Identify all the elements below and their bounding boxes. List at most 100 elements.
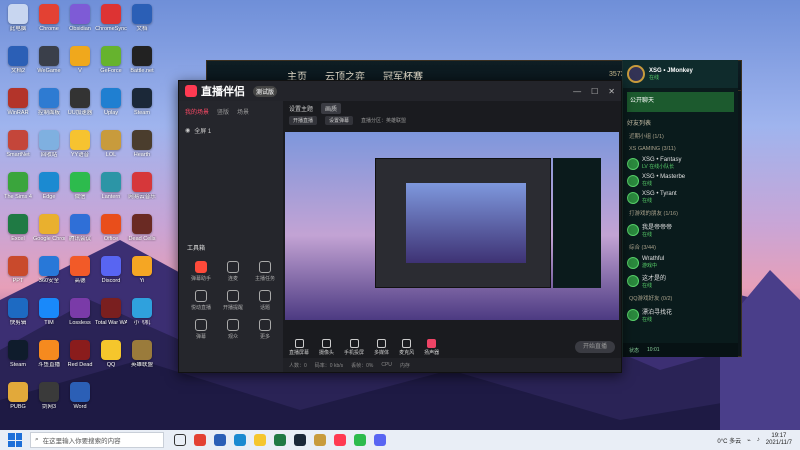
desktop-icon[interactable]: 斗鱼直播	[33, 340, 65, 368]
desktop-icon[interactable]: 小飞机	[126, 298, 158, 326]
tool-audience[interactable]: 观众	[217, 319, 249, 340]
wechat-icon[interactable]	[354, 434, 366, 446]
desktop-icon[interactable]: QQ	[95, 340, 127, 368]
tool-task[interactable]: 主播任务	[249, 261, 281, 282]
desktop-icon[interactable]: WeGame	[33, 46, 65, 74]
friends-group[interactable]: 打游戏的朋友 (1/16)	[623, 206, 738, 220]
desktop-icon[interactable]: GeForce	[95, 46, 127, 74]
desktop-icon[interactable]: Google Chrome	[33, 214, 65, 242]
tool-more[interactable]: 更多	[249, 319, 281, 340]
maximize-icon[interactable]: ☐	[591, 87, 598, 96]
desktop-icon[interactable]: Obsidian	[64, 4, 96, 32]
desktop-icon[interactable]: Excel	[2, 214, 34, 242]
danmaku-settings-button[interactable]: 设置弹幕	[325, 115, 354, 125]
friends-group[interactable]: 近期小组 (1/1)	[623, 129, 738, 143]
desktop-icon[interactable]: 高德	[64, 256, 96, 284]
desktop-icon[interactable]: 快剪辑	[2, 298, 34, 326]
tab-vertical[interactable]: 竖版	[217, 107, 229, 116]
stream-preview[interactable]	[285, 132, 619, 320]
start-live-button[interactable]: 开始直播	[575, 341, 615, 353]
desktop-icon[interactable]: 微信	[64, 172, 96, 200]
desktop-icon[interactable]: Hearth	[126, 130, 158, 158]
camera-source-button[interactable]: 摄像头	[319, 338, 334, 356]
desktop-icon[interactable]: Steam	[126, 88, 158, 116]
scene-item[interactable]: ◉ 全屏 1	[179, 122, 283, 139]
friend-item[interactable]: Wrathful 游戏中	[623, 254, 738, 271]
chrome-icon[interactable]	[194, 434, 206, 446]
clock[interactable]: 19:17 2021/11/7	[766, 433, 792, 447]
desktop-icon[interactable]: 文档2	[2, 46, 34, 74]
task-view-icon[interactable]	[174, 434, 186, 446]
tool-remind[interactable]: 开播提醒	[217, 290, 249, 311]
steam-icon[interactable]	[294, 434, 306, 446]
desktop-icon[interactable]: Lossless	[64, 298, 96, 326]
edge-icon[interactable]	[234, 434, 246, 446]
minimize-icon[interactable]: —	[573, 87, 581, 96]
screen-source-button[interactable]: 直播屏幕	[289, 338, 309, 356]
desktop-icon[interactable]: Discord	[95, 256, 127, 284]
streamer-window[interactable]: 直播伴侣 测试版 — ☐ ✕ 我的场景 竖版 场景 ◉ 全屏 1 工具箱 弹幕助…	[178, 80, 622, 373]
desktop-icon[interactable]: Chrome	[33, 4, 65, 32]
tool-music[interactable]: 悦动直播	[185, 290, 217, 311]
friend-item[interactable]: 漂泊寻找花 在线	[623, 305, 738, 325]
desktop-icon[interactable]: Word	[64, 382, 96, 410]
desktop-icon[interactable]: Red Dead	[64, 340, 96, 368]
chat-banner[interactable]: 公开聊天	[627, 92, 734, 112]
desktop-icon[interactable]: 腾讯会议	[64, 214, 96, 242]
desktop-icon[interactable]: Steam	[2, 340, 34, 368]
friends-group[interactable]: QQ游戏好友 (0/2)	[623, 291, 738, 305]
mic-button[interactable]: 麦克风	[399, 338, 414, 356]
tool-topic[interactable]: 话题	[249, 290, 281, 311]
explorer-icon[interactable]	[254, 434, 266, 446]
desktop-icon[interactable]: TIM	[33, 298, 65, 326]
desktop-icon[interactable]: 剑网3	[33, 382, 65, 410]
network-icon[interactable]: ⌁	[747, 437, 751, 444]
desktop-icon[interactable]: ChromeSync	[95, 4, 127, 32]
friends-group[interactable]: 综合 (3/44)	[623, 240, 738, 254]
desktop-icon[interactable]: 360安全	[33, 256, 65, 284]
desktop-icon[interactable]: 回收站	[33, 130, 65, 158]
tab-my-scene[interactable]: 我的场景	[185, 107, 209, 116]
live-settings-button[interactable]: 开播直播	[289, 115, 318, 125]
tool-comment[interactable]: 弹幕	[185, 319, 217, 340]
volume-icon[interactable]: ♪	[757, 437, 760, 443]
friends-group[interactable]: XS GAMING (3/11)	[623, 143, 738, 155]
desktop-icon[interactable]: 网易云音乐	[126, 172, 158, 200]
desktop-icon[interactable]: Yi	[126, 256, 158, 284]
desktop-icon[interactable]: SmartNet	[2, 130, 34, 158]
quality-button[interactable]: 画质	[321, 102, 342, 114]
desktop-icon[interactable]: 英雄联盟	[126, 340, 158, 368]
tool-link[interactable]: 连麦	[217, 261, 249, 282]
friend-item[interactable]: XSG • Fantasy LV 在线小队长	[623, 155, 738, 172]
weather-widget[interactable]: 0°C 多云	[717, 436, 741, 445]
desktop-icon[interactable]: PUBG	[2, 382, 34, 410]
desktop-icon[interactable]: The Sims 4	[2, 172, 34, 200]
desktop-icon[interactable]: LOL	[95, 130, 127, 158]
desktop-icon[interactable]: PPT	[2, 256, 34, 284]
league-icon[interactable]	[314, 434, 326, 446]
desktop-icon[interactable]: 文档	[126, 4, 158, 32]
friend-item[interactable]: XSG • Masterbe 在线	[623, 172, 738, 189]
friend-item[interactable]: XSG • Tyrant 在线	[623, 189, 738, 206]
close-icon[interactable]: ✕	[608, 87, 615, 96]
windows-start-icon[interactable]	[8, 433, 22, 447]
avatar[interactable]	[627, 65, 645, 83]
desktop-icon[interactable]: WinRAR	[2, 88, 34, 116]
desktop-icon[interactable]: Office	[95, 214, 127, 242]
excel-icon[interactable]	[274, 434, 286, 446]
desktop-icon[interactable]: UU加速器	[64, 88, 96, 116]
streamer-icon[interactable]	[334, 434, 346, 446]
desktop-icon[interactable]: Total War WARHAM	[95, 298, 127, 326]
friend-item[interactable]: 这才是的 在线	[623, 271, 738, 291]
desktop-icon[interactable]: YY语音	[64, 130, 96, 158]
taskbar-search[interactable]: ⌕ 在这里输入你要搜索的内容	[30, 432, 164, 448]
friend-item[interactable]: 我是帝帝帝 在线	[623, 220, 738, 240]
desktop-icon[interactable]: Edge	[33, 172, 65, 200]
desktop-icon[interactable]: Dead Cells	[126, 214, 158, 242]
desktop-icon[interactable]: Lantern	[95, 172, 127, 200]
tool-danmaku[interactable]: 弹幕助手	[185, 261, 217, 282]
phone-cast-button[interactable]: 手机投屏	[344, 338, 364, 356]
desktop-icon[interactable]: V	[64, 46, 96, 74]
desktop-icon[interactable]: 控制面板	[33, 88, 65, 116]
tab-scene[interactable]: 场景	[237, 107, 249, 116]
